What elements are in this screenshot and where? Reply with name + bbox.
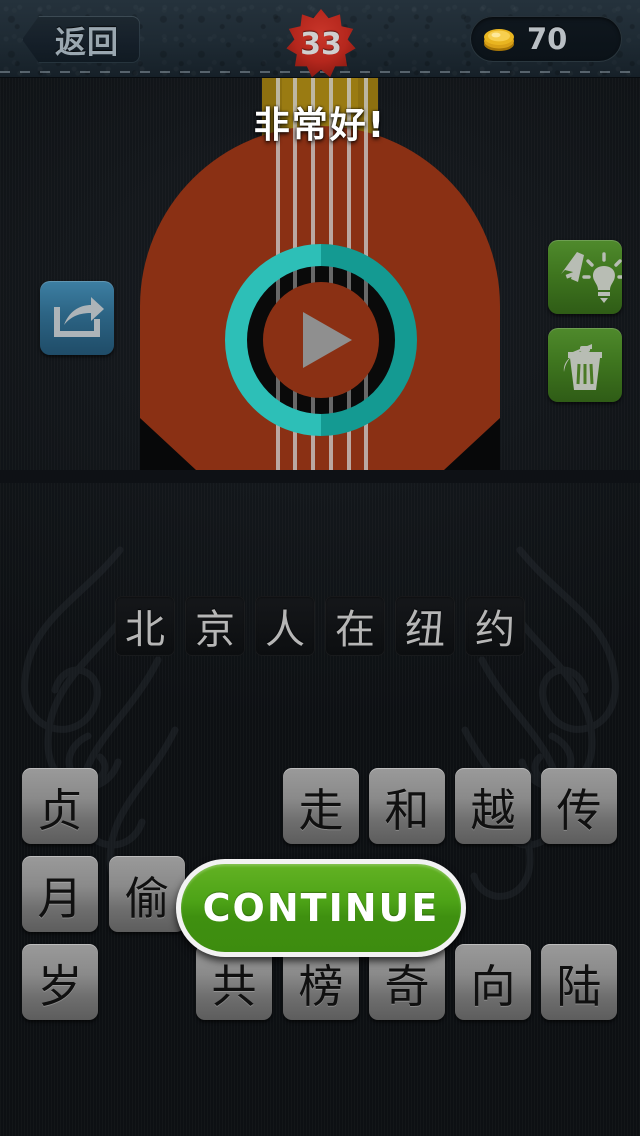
- coin-count-label: 70: [527, 22, 568, 56]
- answer-slot[interactable]: 北: [115, 596, 175, 656]
- letter-tile[interactable]: 偷: [109, 856, 185, 932]
- letter-tile[interactable]: 走: [283, 768, 359, 844]
- answer-slots: 北京人在纽约: [0, 596, 640, 656]
- share-button[interactable]: [40, 281, 114, 355]
- continue-button[interactable]: CONTINUE: [176, 859, 466, 957]
- letter-tile[interactable]: 和: [369, 768, 445, 844]
- coin-counter[interactable]: 70: [470, 16, 622, 62]
- back-button[interactable]: 返回: [22, 16, 140, 63]
- letter-lightbulb-icon: [561, 252, 622, 303]
- gold-coin-stack-icon: [484, 29, 514, 51]
- letter-tile[interactable]: 向: [455, 944, 531, 1020]
- letter-tile[interactable]: 贞: [22, 768, 98, 844]
- back-button-label: 返回: [55, 25, 119, 61]
- top-bar: 返回 33 70: [0, 0, 640, 78]
- feedback-title: 非常好!: [253, 105, 387, 146]
- level-badge: 33: [285, 8, 357, 80]
- answer-slot[interactable]: 约: [465, 596, 525, 656]
- trash-can-icon: [563, 344, 602, 390]
- game-screen: 非常好! 返回 33 70 北 京 人 在 纽 约 贞 走 和 越 传 月 偷 …: [0, 0, 640, 1136]
- answer-slot[interactable]: 纽: [395, 596, 455, 656]
- letter-tile[interactable]: 传: [541, 768, 617, 844]
- hint-remove-button[interactable]: [548, 328, 622, 402]
- letter-tile[interactable]: 越: [455, 768, 531, 844]
- answer-slot[interactable]: 在: [325, 596, 385, 656]
- letter-tile[interactable]: 月: [22, 856, 98, 932]
- share-arrow-icon: [54, 297, 104, 337]
- level-number: 33: [300, 26, 342, 62]
- hint-letter-button[interactable]: [548, 240, 622, 314]
- letter-tile[interactable]: 岁: [22, 944, 98, 1020]
- answer-slot[interactable]: 京: [185, 596, 245, 656]
- letter-tile[interactable]: 陆: [541, 944, 617, 1020]
- answer-slot[interactable]: 人: [255, 596, 315, 656]
